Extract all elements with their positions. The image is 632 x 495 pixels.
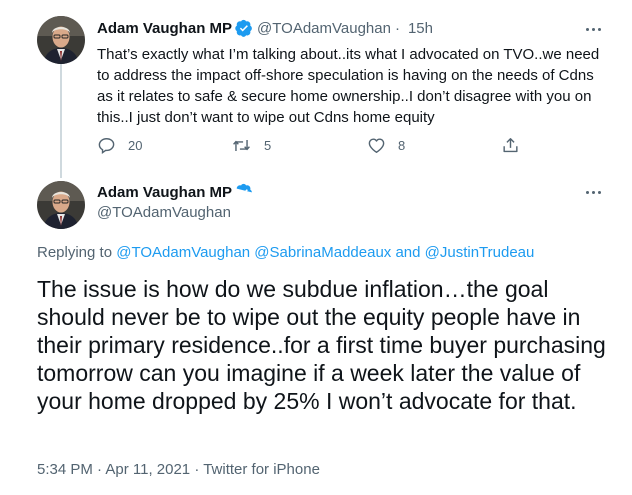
share-button[interactable]	[501, 136, 520, 155]
replying-to-label: Replying to	[37, 244, 113, 261]
retweet-count: 5	[264, 138, 272, 153]
author-name[interactable]: Adam Vaughan MP	[97, 20, 232, 37]
author-name[interactable]: Adam Vaughan MP	[97, 184, 232, 201]
more-options-icon[interactable]	[584, 184, 604, 200]
reply-button[interactable]: 20	[97, 136, 142, 155]
tweet-text: That’s exactly what I’m talking about..i…	[97, 46, 600, 126]
separator-dot: ·	[394, 19, 400, 37]
retweet-button[interactable]: 5	[231, 136, 271, 155]
avatar-image	[37, 16, 85, 64]
tweet-timestamp[interactable]: 5:34 PM · Apr 11, 2021 · Twitter for iPh…	[37, 461, 320, 478]
replying-to-mentions[interactable]: @TOAdamVaughan @SabrinaMaddeaux and @Jus…	[116, 244, 534, 261]
replying-to-line: Replying to @TOAdamVaughan @SabrinaMadde…	[37, 244, 534, 261]
verified-badge-icon	[235, 19, 252, 37]
tweet-text: The issue is how do we subdue inflation……	[37, 276, 606, 414]
tweet-header: Adam Vaughan MP @TOAdamVaughan · 15h	[97, 19, 433, 37]
reply-count: 20	[128, 138, 143, 153]
author-handle[interactable]: @TOAdamVaughan	[257, 20, 391, 37]
thread-connector-line	[60, 62, 62, 178]
author-avatar[interactable]	[37, 16, 85, 64]
tweet-header: Adam Vaughan MP @TOAdamVaughan	[97, 183, 253, 221]
avatar-image	[37, 181, 85, 229]
author-handle[interactable]: @TOAdamVaughan	[97, 204, 253, 221]
reply-icon	[98, 138, 115, 155]
more-options-icon[interactable]	[584, 21, 604, 37]
retweet-icon	[233, 139, 250, 152]
tweet-actions: 20 5 8	[97, 136, 527, 156]
like-icon	[368, 138, 385, 153]
like-count: 8	[398, 138, 406, 153]
like-button[interactable]: 8	[367, 136, 405, 155]
author-avatar[interactable]	[37, 181, 85, 229]
share-icon	[503, 138, 518, 153]
verified-badge-icon	[236, 183, 252, 196]
tweet-time[interactable]: 15h	[408, 20, 433, 37]
